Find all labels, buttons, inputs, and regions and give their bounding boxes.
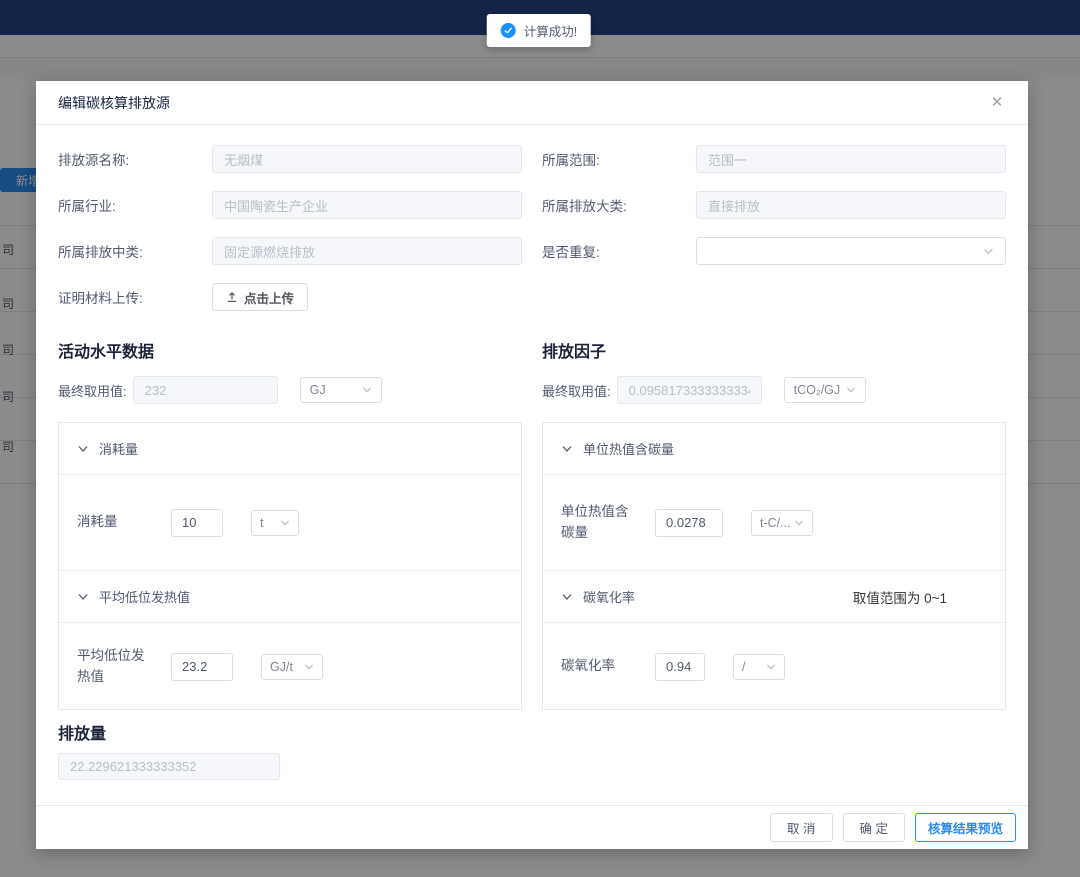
consumption-unit-select[interactable]: t bbox=[251, 510, 299, 536]
source-name-input bbox=[212, 145, 522, 173]
preview-button[interactable]: 核算结果预览 bbox=[915, 813, 1016, 842]
factor-unit-value: tCO₂/GJ bbox=[794, 383, 841, 397]
chevron-down-icon bbox=[561, 591, 573, 603]
consumption-input[interactable] bbox=[171, 509, 223, 537]
major-category-input bbox=[696, 191, 1006, 219]
carbon-content-unit-value: t-C/... bbox=[760, 516, 791, 530]
mid-category-input bbox=[212, 237, 522, 265]
form-grid: 排放源名称: 所属范围: 所属行业: 所属排放大类: 所属排放中类: 是否重复: bbox=[58, 145, 1006, 329]
upload-icon bbox=[226, 291, 238, 303]
consumption-unit-value: t bbox=[260, 516, 263, 530]
factor-section-title: 排放因子 bbox=[542, 343, 1006, 363]
chevron-down-icon bbox=[983, 246, 994, 257]
consumption-panel-body: 消耗量 t bbox=[59, 475, 521, 571]
close-icon[interactable]: ✕ bbox=[986, 91, 1008, 113]
activity-unit-value: GJ bbox=[310, 383, 326, 397]
oxidation-input[interactable] bbox=[655, 653, 705, 681]
emission-output bbox=[58, 753, 280, 780]
oxidation-unit-value: / bbox=[742, 660, 745, 674]
upload-button-label: 点击上传 bbox=[244, 288, 294, 307]
consumption-panel-header[interactable]: 消耗量 bbox=[59, 423, 521, 475]
toast-text: 计算成功! bbox=[524, 21, 577, 40]
dialog-title: 编辑碳核算排放源 bbox=[58, 93, 170, 113]
chevron-down-icon bbox=[77, 591, 89, 603]
carbon-content-panel-header[interactable]: 单位热值含碳量 bbox=[543, 423, 1005, 475]
oxidation-panel-header[interactable]: 碳氧化率 取值范围为 0~1 bbox=[543, 571, 1005, 623]
consumption-panel-title: 消耗量 bbox=[99, 439, 138, 458]
scope-label: 所属范围: bbox=[542, 149, 696, 169]
upload-label: 证明材料上传: bbox=[58, 287, 212, 307]
cancel-button[interactable]: 取 消 bbox=[770, 813, 832, 842]
activity-section: 活动水平数据 最终取用值: GJ bbox=[58, 343, 522, 710]
oxidation-panel-body: 碳氧化率 / bbox=[543, 623, 1005, 710]
field-is-duplicate: 是否重复: bbox=[542, 237, 1006, 265]
field-industry: 所属行业: bbox=[58, 191, 522, 219]
edit-emission-source-dialog: 编辑碳核算排放源 ✕ 排放源名称: 所属范围: 所属行业: 所属排放大类: 所 bbox=[36, 81, 1028, 849]
industry-input bbox=[212, 191, 522, 219]
chevron-down-icon bbox=[280, 518, 290, 528]
factor-collapse-box: 单位热值含碳量 单位热值含碳量 t-C/... bbox=[542, 422, 1006, 710]
factor-final-label: 最终取用值: bbox=[542, 381, 611, 400]
carbon-content-input[interactable] bbox=[655, 509, 723, 537]
duplicate-select[interactable] bbox=[696, 237, 1006, 265]
source-name-label: 排放源名称: bbox=[58, 149, 212, 169]
field-major-category: 所属排放大类: bbox=[542, 191, 1006, 219]
dialog-footer: 取 消 确 定 核算结果预览 bbox=[36, 805, 1028, 849]
upload-button[interactable]: 点击上传 bbox=[212, 283, 308, 311]
activity-final-label: 最终取用值: bbox=[58, 381, 127, 400]
data-sections: 活动水平数据 最终取用值: GJ bbox=[58, 343, 1006, 710]
activity-final-row: 最终取用值: GJ bbox=[58, 376, 522, 404]
is-duplicate-label: 是否重复: bbox=[542, 241, 696, 261]
field-mid-category: 所属排放中类: bbox=[58, 237, 522, 265]
mid-category-label: 所属排放中类: bbox=[58, 241, 212, 261]
avg-heat-input[interactable] bbox=[171, 653, 233, 681]
activity-collapse-box: 消耗量 消耗量 t bbox=[58, 422, 522, 710]
carbon-content-panel-body: 单位热值含碳量 t-C/... bbox=[543, 475, 1005, 571]
oxidation-panel-title: 碳氧化率 bbox=[583, 587, 635, 606]
dialog-header: 编辑碳核算排放源 ✕ bbox=[36, 81, 1028, 125]
avg-heat-unit-select[interactable]: GJ/t bbox=[261, 654, 323, 680]
carbon-content-panel-title: 单位热值含碳量 bbox=[583, 439, 674, 458]
avg-heat-unit-value: GJ/t bbox=[270, 660, 293, 674]
chevron-down-icon bbox=[362, 385, 372, 395]
consumption-field-label: 消耗量 bbox=[77, 512, 155, 532]
activity-unit-select[interactable]: GJ bbox=[300, 377, 382, 403]
chevron-down-icon bbox=[77, 443, 89, 455]
field-source-name: 排放源名称: bbox=[58, 145, 522, 173]
avg-heat-field-label: 平均低位发热值 bbox=[77, 646, 155, 687]
activity-section-title: 活动水平数据 bbox=[58, 343, 522, 363]
confirm-button[interactable]: 确 定 bbox=[843, 813, 905, 842]
emission-section-title: 排放量 bbox=[58, 720, 1006, 744]
chevron-down-icon bbox=[561, 443, 573, 455]
avg-heat-panel-header[interactable]: 平均低位发热值 bbox=[59, 571, 521, 623]
factor-section: 排放因子 最终取用值: tCO₂/GJ bbox=[542, 343, 1006, 710]
avg-heat-panel-title: 平均低位发热值 bbox=[99, 587, 190, 606]
chevron-down-icon bbox=[846, 385, 856, 395]
factor-final-row: 最终取用值: tCO₂/GJ bbox=[542, 376, 1006, 404]
chevron-down-icon bbox=[766, 662, 776, 672]
dialog-body: 排放源名称: 所属范围: 所属行业: 所属排放大类: 所属排放中类: 是否重复: bbox=[36, 125, 1028, 805]
check-circle-icon bbox=[501, 23, 516, 38]
oxidation-field-label: 碳氧化率 bbox=[561, 656, 639, 676]
chevron-down-icon bbox=[304, 662, 314, 672]
avg-heat-panel-body: 平均低位发热值 GJ/t bbox=[59, 623, 521, 710]
carbon-content-field-label: 单位热值含碳量 bbox=[561, 502, 639, 543]
activity-final-input bbox=[133, 376, 278, 404]
chevron-down-icon bbox=[794, 518, 804, 528]
field-scope: 所属范围: bbox=[542, 145, 1006, 173]
major-category-label: 所属排放大类: bbox=[542, 195, 696, 215]
toast-message: 计算成功! bbox=[487, 14, 591, 47]
factor-unit-select[interactable]: tCO₂/GJ bbox=[784, 377, 866, 403]
oxidation-unit-select[interactable]: / bbox=[733, 654, 785, 680]
carbon-content-unit-select[interactable]: t-C/... bbox=[751, 510, 813, 536]
scope-input bbox=[696, 145, 1006, 173]
industry-label: 所属行业: bbox=[58, 195, 212, 215]
empty-cell bbox=[542, 283, 1006, 329]
factor-final-input bbox=[617, 376, 762, 404]
field-upload: 证明材料上传: 点击上传 bbox=[58, 283, 522, 311]
oxidation-range-note: 取值范围为 0~1 bbox=[853, 587, 987, 607]
